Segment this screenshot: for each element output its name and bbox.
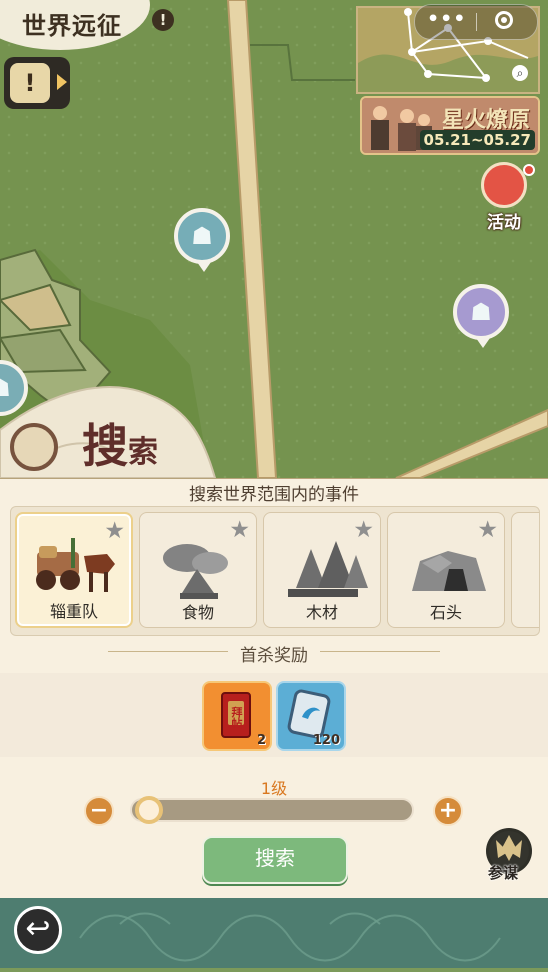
target-circle-icon[interactable]	[495, 11, 513, 29]
advisor-label: 参谋	[488, 864, 519, 882]
notification-dot	[523, 164, 535, 176]
reward-count: 120	[312, 733, 340, 748]
food-art	[163, 544, 228, 599]
activity-label: 活动	[487, 213, 521, 233]
event-label: 辎重队	[49, 602, 98, 621]
scroll-icon: !	[10, 63, 50, 103]
capsule-separator	[476, 13, 477, 31]
event-card-wagon[interactable]: ★ 辎重队	[15, 512, 133, 628]
bottom-bar-pattern	[79, 912, 501, 962]
map-marker-purple[interactable]: ☗	[453, 284, 509, 348]
reward-title: 首杀奖励	[240, 646, 308, 666]
level-slider-track[interactable]	[130, 798, 414, 822]
reward-name: 拜帖	[231, 706, 243, 730]
bottom-bar	[0, 898, 548, 968]
marker-pin	[197, 262, 211, 272]
marker-pin	[476, 338, 490, 348]
event-card-partial[interactable]	[511, 512, 539, 628]
event-label: 木材	[305, 603, 338, 622]
minus-button[interactable]: −	[84, 796, 114, 826]
info-icon[interactable]: !	[152, 9, 174, 31]
quest-button[interactable]: !	[4, 57, 70, 109]
gift-box-icon	[481, 162, 527, 208]
reward-card-blue-card[interactable]: 120	[276, 681, 346, 751]
event-label: 食物	[181, 603, 214, 622]
event-list[interactable]: ★ 辎重队 ★ 食物 ★ 木材 ★ 石头	[10, 506, 540, 636]
search-button[interactable]: 搜索	[202, 836, 348, 884]
event-card-wood[interactable]: ★ 木材	[263, 512, 381, 628]
page-title: 世界远征	[22, 11, 122, 40]
world-map[interactable]: 世界远征 ! ! ••• ⌕ 星火燎原 05.21~05.27 活动 ☗ ☗ 搜…	[0, 0, 548, 478]
search-banner-title: 搜索	[82, 410, 158, 476]
reward-area	[0, 673, 548, 757]
advisor-button[interactable]: 参谋	[484, 828, 534, 886]
search-small-char: 索	[128, 435, 158, 470]
reward-count: 2	[256, 733, 266, 748]
map-marker-cyan[interactable]: ☗	[174, 208, 230, 272]
expand-arrow-icon	[57, 74, 67, 90]
search-icon[interactable]: ⌕	[512, 65, 528, 81]
mini-program-capsule[interactable]: •••	[414, 4, 538, 40]
wagon-art	[36, 538, 115, 592]
search-big-char: 搜	[82, 419, 128, 473]
search-panel-title: 搜索世界范围内的事件	[189, 485, 359, 505]
magnifier-icon	[10, 423, 58, 471]
wood-art	[288, 541, 368, 597]
event-banner[interactable]: 星火燎原 05.21~05.27	[360, 96, 540, 155]
activity-button[interactable]: 活动	[475, 156, 547, 234]
stone-art	[412, 551, 486, 591]
back-arrow-icon[interactable]: ↩	[14, 906, 62, 954]
more-dots-icon[interactable]: •••	[427, 8, 466, 30]
reward-card-invitation[interactable]: 拜帖 2	[202, 681, 272, 751]
level-slider-thumb[interactable]	[135, 796, 163, 824]
event-date: 05.21~05.27	[419, 130, 535, 150]
reward-divider-right	[320, 651, 440, 652]
plus-button[interactable]: +	[433, 796, 463, 826]
event-label: 石头	[429, 603, 462, 622]
level-label: 1级	[260, 779, 288, 798]
event-card-stone[interactable]: ★ 石头	[387, 512, 505, 628]
event-card-food[interactable]: ★ 食物	[139, 512, 257, 628]
